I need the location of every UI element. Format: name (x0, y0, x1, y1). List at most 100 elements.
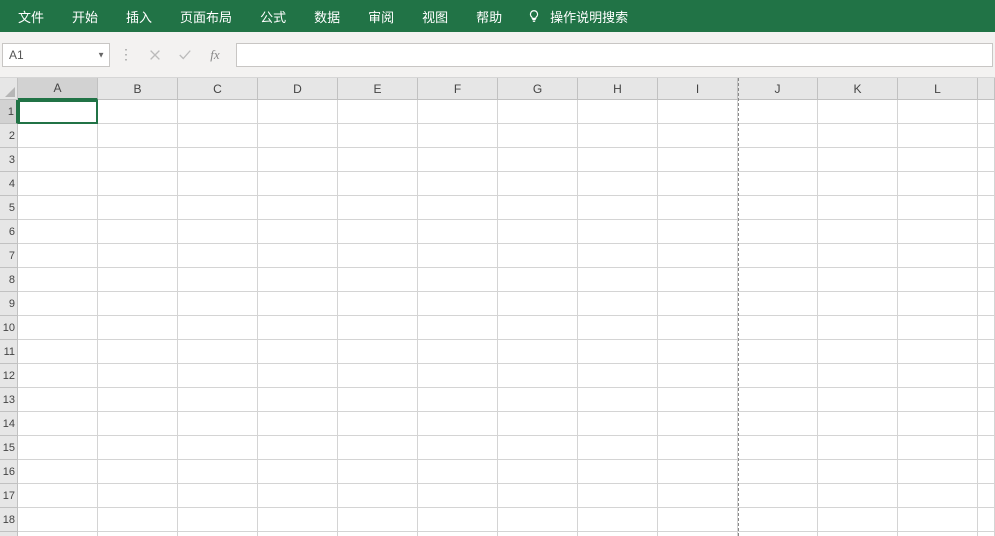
cell-E13[interactable] (338, 388, 418, 412)
cell-H19[interactable] (578, 532, 658, 536)
cell-G4[interactable] (498, 172, 578, 196)
cell-D17[interactable] (258, 484, 338, 508)
cell-G16[interactable] (498, 460, 578, 484)
cell-E15[interactable] (338, 436, 418, 460)
tab-page-layout[interactable]: 页面布局 (166, 0, 246, 32)
cell-B8[interactable] (98, 268, 178, 292)
cell-H18[interactable] (578, 508, 658, 532)
cell-J10[interactable] (738, 316, 818, 340)
row-header-18[interactable]: 18 (0, 508, 18, 532)
cell-H5[interactable] (578, 196, 658, 220)
cell-overflow[interactable] (978, 508, 995, 532)
tab-help[interactable]: 帮助 (462, 0, 516, 32)
name-box-dropdown-icon[interactable]: ▼ (97, 50, 105, 59)
cell-A4[interactable] (18, 172, 98, 196)
cell-F11[interactable] (418, 340, 498, 364)
cell-A6[interactable] (18, 220, 98, 244)
column-header-K[interactable]: K (818, 78, 898, 100)
cell-overflow[interactable] (978, 196, 995, 220)
cell-J3[interactable] (738, 148, 818, 172)
cell-C3[interactable] (178, 148, 258, 172)
row-header-5[interactable]: 5 (0, 196, 18, 220)
cell-G3[interactable] (498, 148, 578, 172)
cell-J13[interactable] (738, 388, 818, 412)
cell-H1[interactable] (578, 100, 658, 124)
column-header-A[interactable]: A (18, 78, 98, 100)
cell-K5[interactable] (818, 196, 898, 220)
cell-I11[interactable] (658, 340, 738, 364)
cell-C11[interactable] (178, 340, 258, 364)
cell-L4[interactable] (898, 172, 978, 196)
cell-G19[interactable] (498, 532, 578, 536)
cell-H11[interactable] (578, 340, 658, 364)
cell-K9[interactable] (818, 292, 898, 316)
row-header-19[interactable]: 19 (0, 532, 18, 536)
row-header-3[interactable]: 3 (0, 148, 18, 172)
cell-A10[interactable] (18, 316, 98, 340)
cell-I18[interactable] (658, 508, 738, 532)
insert-function-button[interactable]: fx (200, 43, 230, 67)
cell-overflow[interactable] (978, 292, 995, 316)
row-header-12[interactable]: 12 (0, 364, 18, 388)
cell-K10[interactable] (818, 316, 898, 340)
cell-D4[interactable] (258, 172, 338, 196)
cell-F3[interactable] (418, 148, 498, 172)
cell-F14[interactable] (418, 412, 498, 436)
cell-E12[interactable] (338, 364, 418, 388)
tab-formulas[interactable]: 公式 (246, 0, 300, 32)
cell-E10[interactable] (338, 316, 418, 340)
cell-J7[interactable] (738, 244, 818, 268)
column-header-B[interactable]: B (98, 78, 178, 100)
cell-D11[interactable] (258, 340, 338, 364)
cell-L10[interactable] (898, 316, 978, 340)
cell-J1[interactable] (738, 100, 818, 124)
cell-E8[interactable] (338, 268, 418, 292)
cell-B18[interactable] (98, 508, 178, 532)
cell-D19[interactable] (258, 532, 338, 536)
cell-A8[interactable] (18, 268, 98, 292)
cell-B13[interactable] (98, 388, 178, 412)
cell-F7[interactable] (418, 244, 498, 268)
row-header-10[interactable]: 10 (0, 316, 18, 340)
cell-C1[interactable] (178, 100, 258, 124)
column-header-L[interactable]: L (898, 78, 978, 100)
cell-I7[interactable] (658, 244, 738, 268)
cell-I2[interactable] (658, 124, 738, 148)
cancel-button[interactable] (140, 43, 170, 67)
cell-C13[interactable] (178, 388, 258, 412)
cell-H9[interactable] (578, 292, 658, 316)
cell-K15[interactable] (818, 436, 898, 460)
cell-G14[interactable] (498, 412, 578, 436)
cell-A17[interactable] (18, 484, 98, 508)
cell-H2[interactable] (578, 124, 658, 148)
cell-C14[interactable] (178, 412, 258, 436)
cell-I8[interactable] (658, 268, 738, 292)
cell-C18[interactable] (178, 508, 258, 532)
cell-G9[interactable] (498, 292, 578, 316)
cell-I14[interactable] (658, 412, 738, 436)
cell-H17[interactable] (578, 484, 658, 508)
cell-F13[interactable] (418, 388, 498, 412)
cell-A2[interactable] (18, 124, 98, 148)
cell-J11[interactable] (738, 340, 818, 364)
cell-F1[interactable] (418, 100, 498, 124)
cell-overflow[interactable] (978, 532, 995, 536)
cell-G17[interactable] (498, 484, 578, 508)
cell-C4[interactable] (178, 172, 258, 196)
cell-H13[interactable] (578, 388, 658, 412)
cell-J6[interactable] (738, 220, 818, 244)
cell-overflow[interactable] (978, 412, 995, 436)
cell-G18[interactable] (498, 508, 578, 532)
cell-E11[interactable] (338, 340, 418, 364)
row-header-9[interactable]: 9 (0, 292, 18, 316)
cell-J8[interactable] (738, 268, 818, 292)
cell-F8[interactable] (418, 268, 498, 292)
cell-overflow[interactable] (978, 436, 995, 460)
cell-H15[interactable] (578, 436, 658, 460)
cell-D10[interactable] (258, 316, 338, 340)
cell-D12[interactable] (258, 364, 338, 388)
cell-A12[interactable] (18, 364, 98, 388)
cell-K8[interactable] (818, 268, 898, 292)
row-header-15[interactable]: 15 (0, 436, 18, 460)
cell-D7[interactable] (258, 244, 338, 268)
